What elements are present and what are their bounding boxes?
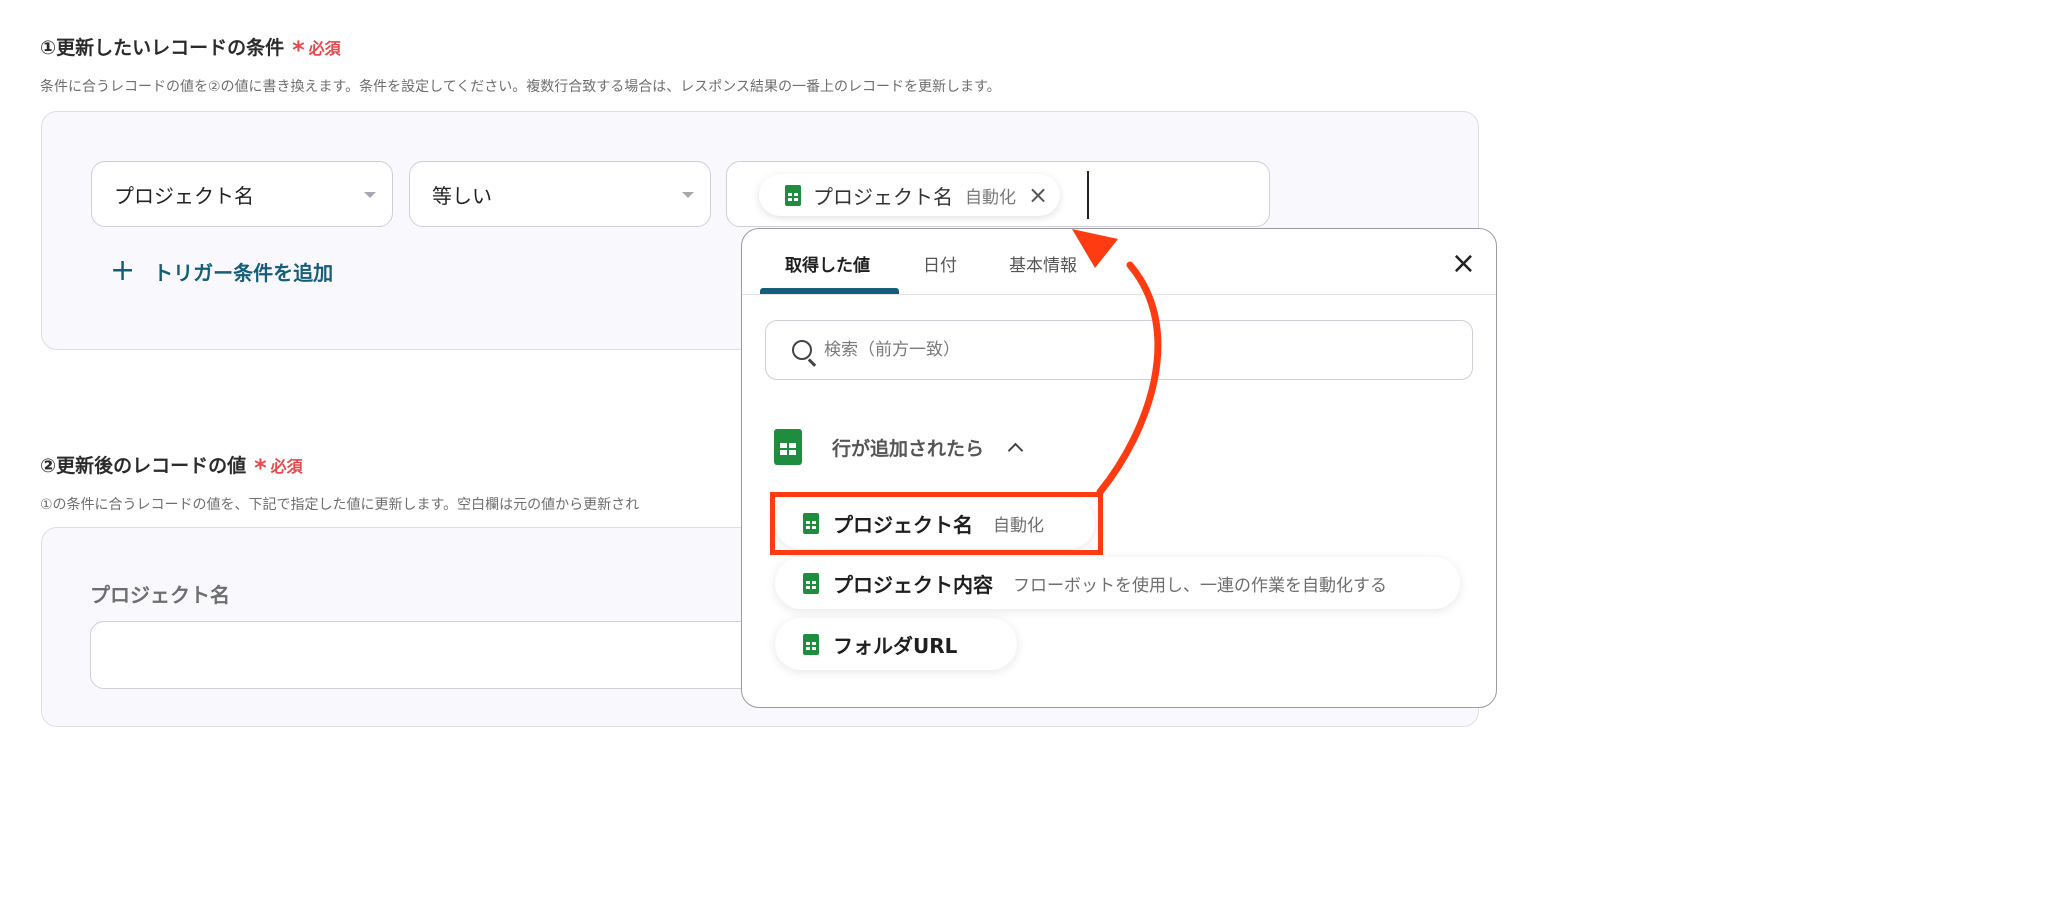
annotation-arrow-head <box>1072 229 1118 268</box>
annotation-arrow <box>1072 229 1162 496</box>
annotation-arrow-line <box>1096 261 1162 496</box>
